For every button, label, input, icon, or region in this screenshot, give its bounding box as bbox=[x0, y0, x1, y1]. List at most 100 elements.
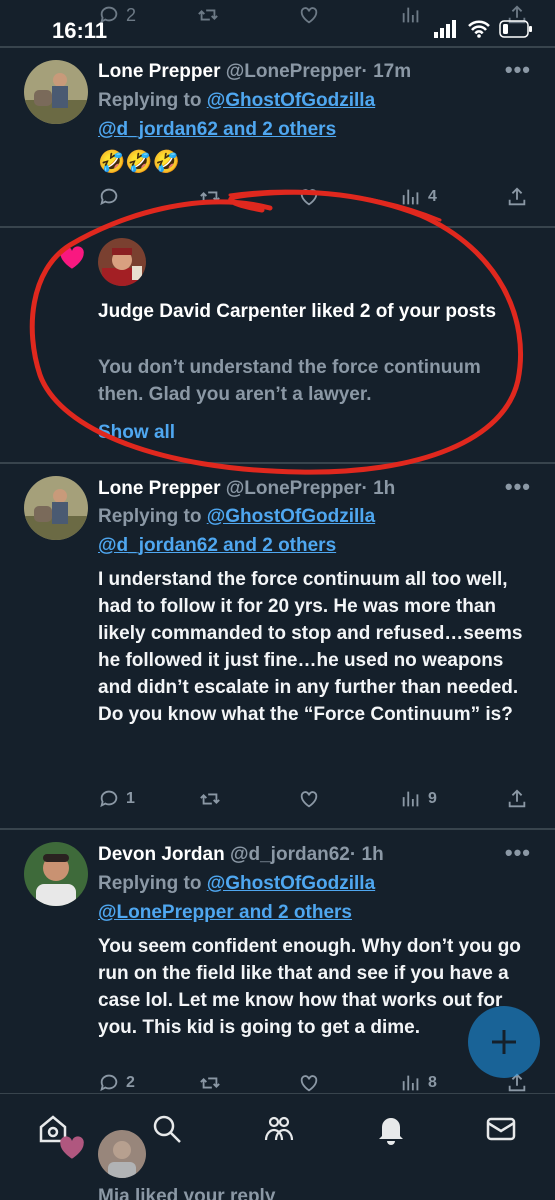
display-name[interactable]: Devon Jordan bbox=[98, 844, 225, 865]
retweet-button[interactable] bbox=[198, 186, 222, 208]
handle[interactable]: @LonePrepper bbox=[226, 61, 362, 82]
share-icon bbox=[508, 187, 526, 206]
retweet-icon bbox=[198, 9, 218, 21]
status-time: 16:11 bbox=[52, 18, 108, 43]
status-icons bbox=[433, 20, 533, 38]
reply-button[interactable]: 2 bbox=[98, 1072, 135, 1094]
mention-others-link[interactable]: @d_jordan62 and 2 others bbox=[98, 535, 336, 556]
tweet-lone-prepper-1h[interactable]: Lone Prepper @LonePrepper· 1h ••• Replyi… bbox=[0, 470, 555, 826]
tab-notifications[interactable] bbox=[374, 1112, 408, 1146]
views-button[interactable]: 8 bbox=[400, 1072, 437, 1094]
reply-count: 2 bbox=[126, 1074, 135, 1091]
tab-messages[interactable] bbox=[484, 1112, 518, 1146]
avatar[interactable] bbox=[98, 238, 146, 286]
heart-icon bbox=[60, 1136, 84, 1159]
retweet-icon bbox=[200, 191, 220, 203]
mention-others-link[interactable]: @d_jordan62 and 2 others bbox=[98, 119, 336, 140]
communities-icon bbox=[264, 1116, 294, 1141]
avatar[interactable] bbox=[24, 476, 88, 540]
view-count: 9 bbox=[428, 790, 437, 807]
search-icon bbox=[153, 1115, 181, 1143]
mention-link[interactable]: @GhostOfGodzilla bbox=[207, 873, 375, 894]
notification-title: Judge David Carpenter liked 2 of your po… bbox=[98, 301, 497, 322]
notification-snippet: You don’t understand the force continuum… bbox=[98, 357, 481, 405]
reply-icon bbox=[100, 1074, 118, 1092]
replying-to-others: @d_jordan62 and 2 others bbox=[98, 119, 336, 141]
share-button[interactable] bbox=[506, 788, 528, 810]
reply-icon bbox=[100, 790, 118, 808]
display-name[interactable]: Lone Prepper bbox=[98, 478, 220, 499]
replying-to-others: @d_jordan62 and 2 others bbox=[98, 535, 336, 557]
views-icon bbox=[402, 1075, 419, 1091]
tweet-text: 🤣🤣🤣 bbox=[98, 149, 181, 174]
views-icon bbox=[402, 791, 419, 807]
avatar[interactable] bbox=[24, 60, 88, 124]
like-notification[interactable]: Judge David Carpenter liked 2 of your po… bbox=[0, 228, 555, 462]
tweet-actions: 1 9 bbox=[98, 788, 528, 814]
timestamp: · 1h bbox=[349, 844, 384, 865]
views-icon bbox=[402, 189, 419, 205]
like-button[interactable] bbox=[298, 788, 320, 810]
reply-button[interactable]: 1 bbox=[98, 788, 135, 810]
tab-communities[interactable] bbox=[262, 1112, 296, 1146]
like-icon bbox=[300, 7, 318, 24]
tweet-lone-prepper-17m[interactable]: Lone Prepper @LonePrepper· 17m ••• Reply… bbox=[0, 56, 555, 226]
previous-retweet-button[interactable] bbox=[196, 4, 220, 26]
handle[interactable]: @d_jordan62 bbox=[230, 844, 350, 865]
views-icon bbox=[402, 7, 419, 23]
previous-like-button[interactable] bbox=[298, 4, 320, 26]
avatar[interactable] bbox=[98, 1130, 146, 1178]
timestamp: · 17m bbox=[361, 61, 412, 82]
reply-icon bbox=[100, 188, 118, 206]
share-button[interactable] bbox=[506, 186, 528, 208]
messages-icon bbox=[486, 1117, 516, 1141]
replying-prefix: Replying to bbox=[98, 873, 202, 894]
avatar[interactable] bbox=[24, 842, 88, 906]
views-button[interactable]: 4 bbox=[400, 186, 437, 208]
like-icon bbox=[300, 189, 318, 206]
tweet-actions: 4 bbox=[98, 186, 528, 212]
retweet-icon bbox=[200, 1077, 220, 1089]
more-icon[interactable]: ••• bbox=[505, 474, 531, 500]
tweet-header: Lone Prepper @LonePrepper· 17m bbox=[98, 61, 411, 83]
like-button[interactable] bbox=[298, 1072, 320, 1094]
like-icon bbox=[300, 1075, 318, 1092]
divider bbox=[0, 462, 555, 464]
view-count: 8 bbox=[428, 1074, 437, 1091]
notifications-icon bbox=[379, 1118, 403, 1145]
tab-search[interactable] bbox=[150, 1112, 184, 1146]
mention-others-link[interactable]: @LonePrepper and 2 others bbox=[98, 902, 352, 923]
compose-button[interactable] bbox=[468, 1006, 540, 1078]
reply-button[interactable] bbox=[98, 186, 126, 208]
compose-plus-icon bbox=[492, 1030, 516, 1054]
like-button[interactable] bbox=[298, 186, 320, 208]
replying-to: Replying to @GhostOfGodzilla bbox=[98, 90, 375, 112]
tweet-text: You seem confident enough. Why don’t you… bbox=[98, 936, 521, 1038]
previous-views-button[interactable] bbox=[400, 4, 422, 26]
replying-prefix: Replying to bbox=[98, 506, 202, 527]
tweet-text: I understand the force continuum all too… bbox=[98, 569, 523, 725]
retweet-button[interactable] bbox=[198, 788, 222, 810]
tweet-header: Devon Jordan @d_jordan62· 1h bbox=[98, 844, 384, 866]
replying-to-others: @LonePrepper and 2 others bbox=[98, 902, 352, 924]
views-button[interactable]: 9 bbox=[400, 788, 437, 810]
show-all-link[interactable]: Show all bbox=[98, 422, 175, 444]
timestamp: · 1h bbox=[361, 478, 396, 499]
replying-prefix: Replying to bbox=[98, 90, 202, 111]
more-icon[interactable]: ••• bbox=[505, 840, 531, 866]
notification-title: Mia liked your reply bbox=[98, 1186, 276, 1200]
retweet-icon bbox=[200, 793, 220, 805]
reply-count: 1 bbox=[126, 790, 135, 807]
heart-icon bbox=[60, 246, 84, 269]
share-icon bbox=[508, 789, 526, 808]
mention-link[interactable]: @GhostOfGodzilla bbox=[207, 506, 375, 527]
replying-to: Replying to @GhostOfGodzilla bbox=[98, 873, 375, 895]
more-icon[interactable]: ••• bbox=[505, 57, 531, 83]
mention-link[interactable]: @GhostOfGodzilla bbox=[207, 90, 375, 111]
display-name[interactable]: Lone Prepper bbox=[98, 61, 220, 82]
handle[interactable]: @LonePrepper bbox=[226, 478, 362, 499]
previous-reply-count: 2 bbox=[126, 4, 137, 25]
status-bar: 2 16:11 bbox=[0, 0, 555, 56]
retweet-button[interactable] bbox=[198, 1072, 222, 1094]
tweet-header: Lone Prepper @LonePrepper· 1h bbox=[98, 478, 395, 500]
